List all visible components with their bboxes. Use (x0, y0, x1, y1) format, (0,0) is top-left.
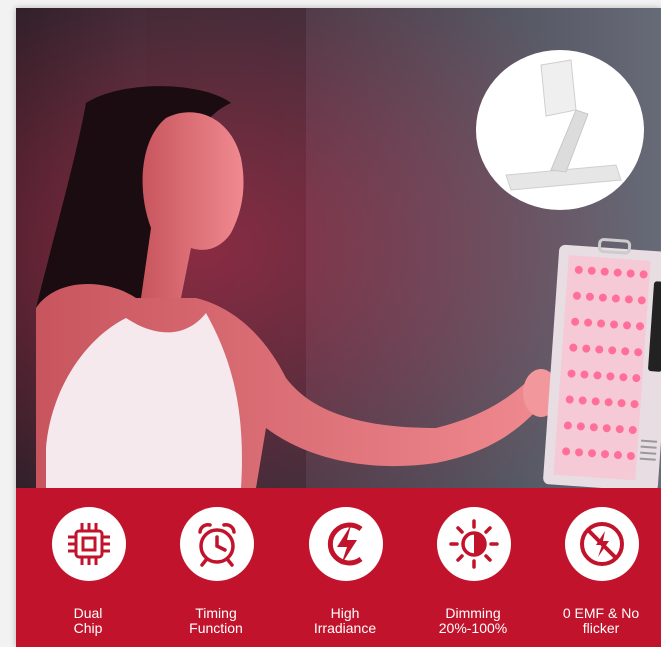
product-image: Dual Chip Timing Function High Irradianc… (16, 8, 661, 647)
feature-icon-circle (52, 507, 126, 581)
stand-inset (476, 50, 644, 210)
feature-label: Dimming 20%-100% (438, 605, 508, 636)
feature-dimming: Dimming 20%-100% (418, 488, 528, 647)
lightning-icon (327, 522, 363, 566)
feature-icon-circle (565, 507, 639, 581)
feature-label: 0 EMF & No flicker (562, 605, 640, 636)
feature-no-emf-flicker: 0 EMF & No flicker (546, 488, 656, 647)
feature-band: Dual Chip Timing Function High Irradianc… (16, 488, 661, 647)
feature-dual-chip: Dual Chip (33, 488, 143, 647)
feature-label: Dual Chip (73, 605, 103, 636)
brightness-icon (449, 519, 499, 569)
feature-label: Timing Function (189, 605, 243, 636)
chip-icon (68, 523, 110, 565)
feature-label: High Irradiance (313, 605, 377, 636)
feature-timing-function: Timing Function (161, 488, 271, 647)
stand-image (505, 59, 622, 191)
feature-icon-circle (180, 507, 254, 581)
feature-icon-circle (309, 507, 383, 581)
feature-high-irradiance: High Irradiance (290, 488, 400, 647)
no-flicker-icon (580, 522, 624, 566)
alarm-clock-icon (198, 523, 236, 567)
feature-icon-circle (437, 507, 511, 581)
